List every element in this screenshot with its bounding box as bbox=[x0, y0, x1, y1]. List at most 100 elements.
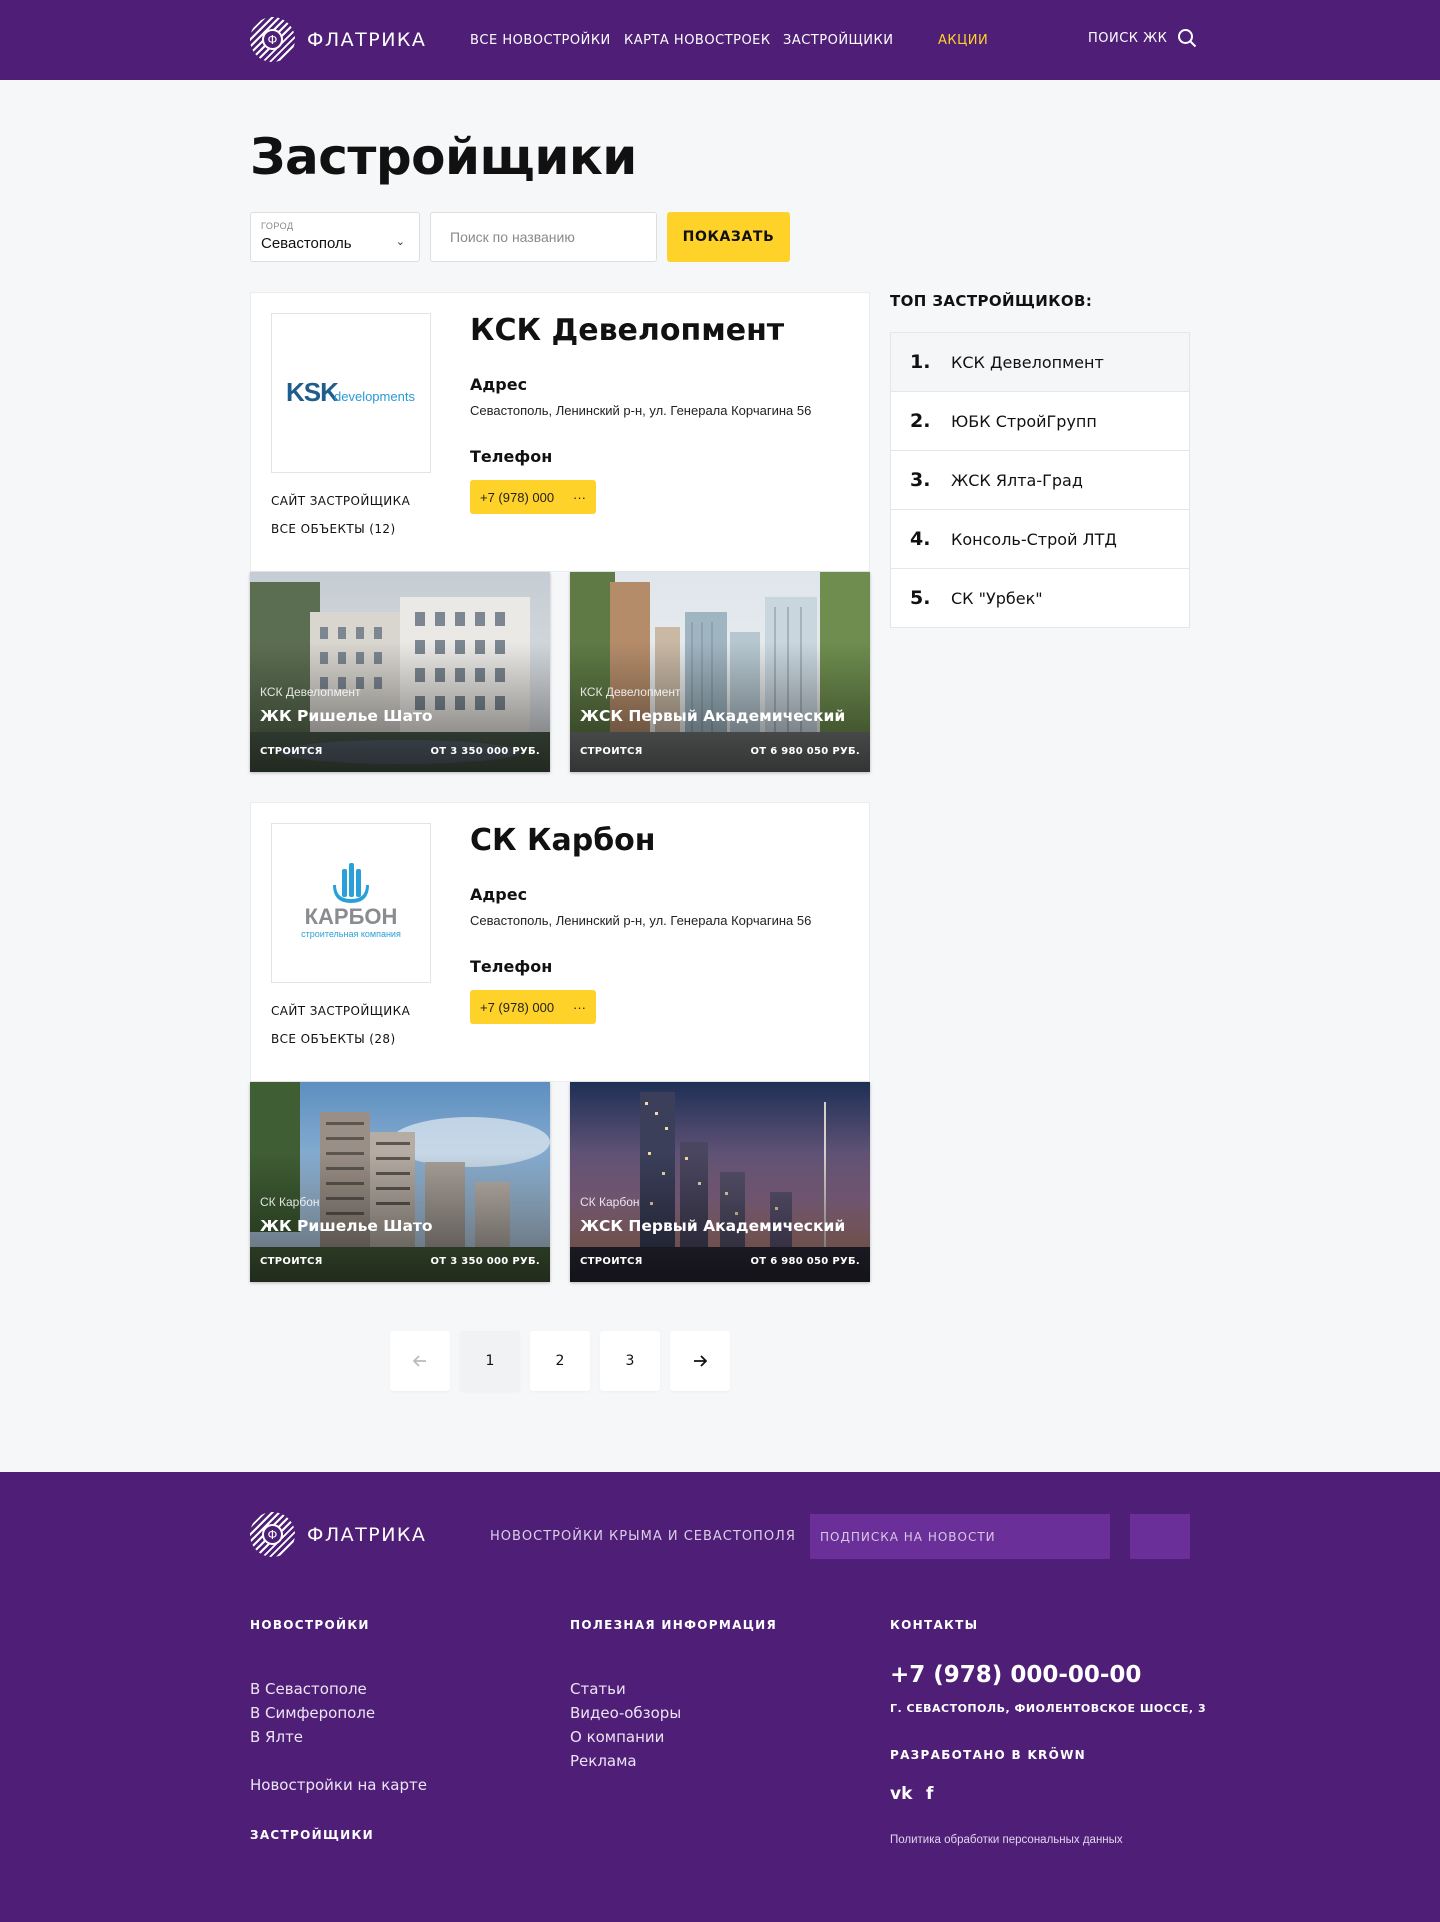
developer-logo: KSK developments bbox=[271, 313, 431, 473]
developer-logo: КАРБОН строительная компания bbox=[271, 823, 431, 983]
pagination-page[interactable]: 2 bbox=[530, 1331, 590, 1391]
newsletter-submit-button[interactable] bbox=[1130, 1514, 1190, 1559]
top-developer-item[interactable]: 5. СК "Урбек" bbox=[891, 569, 1189, 627]
property-developer: СК Карбон bbox=[580, 1195, 640, 1209]
property-card[interactable]: СК Карбон ЖК Ришелье Шато СТРОИТСЯ ОТ 3 … bbox=[250, 1082, 550, 1282]
phone-number: +7 (978) 000 bbox=[480, 489, 555, 505]
property-price: ОТ 6 980 050 РУБ. bbox=[750, 1256, 860, 1267]
chevron-down-icon: ⌄ bbox=[395, 236, 405, 248]
top-developer-item[interactable]: 2. ЮБК СтройГрупп bbox=[891, 392, 1189, 451]
property-price: ОТ 3 350 000 РУБ. bbox=[430, 746, 540, 757]
rank-number: 5. bbox=[910, 587, 931, 609]
footer-col-title: НОВОСТРОЙКИ bbox=[250, 1618, 370, 1632]
page-title: Застройщики bbox=[250, 128, 637, 186]
pagination-page[interactable]: 3 bbox=[600, 1331, 660, 1391]
developer-card: КАРБОН строительная компания САЙТ ЗАСТРО… bbox=[250, 802, 870, 1082]
property-name: ЖК Ришелье Шато bbox=[260, 1217, 433, 1235]
rank-number: 1. bbox=[910, 351, 931, 373]
svg-text:developments: developments bbox=[334, 389, 415, 404]
nav-map[interactable]: КАРТА НОВОСТРОЕК bbox=[624, 33, 771, 48]
top-developer-item[interactable]: 3. ЖСК Ялта-Град bbox=[891, 451, 1189, 510]
footer-phone[interactable]: +7 (978) 000-00-00 bbox=[890, 1662, 1141, 1688]
nav-all-new-buildings[interactable]: ВСЕ НОВОСТРОЙКИ bbox=[470, 33, 611, 48]
top-developer-name: ЮБК СтройГрупп bbox=[951, 411, 1097, 431]
footer-link[interactable]: В Ялте bbox=[250, 1728, 303, 1746]
developed-by-link[interactable]: РАЗРАБОТАНО В KRÖWN bbox=[890, 1748, 1086, 1762]
property-name: ЖК Ришелье Шато bbox=[260, 707, 433, 725]
rank-number: 3. bbox=[910, 469, 931, 491]
phone-label: Телефон bbox=[470, 957, 553, 976]
footer-link[interactable]: В Севастополе bbox=[250, 1680, 367, 1698]
show-phone-button[interactable]: +7 (978) 000 ··· bbox=[470, 480, 596, 514]
developer-name: СК Карбон bbox=[470, 823, 656, 858]
footer-col-title: ПОЛЕЗНАЯ ИНФОРМАЦИЯ bbox=[570, 1618, 778, 1632]
photo-overlay bbox=[570, 572, 870, 772]
city-select[interactable]: ГОРОД Севастополь ⌄ bbox=[250, 212, 420, 262]
site-footer: Ф ФЛАТРИКА НОВОСТРОЙКИ КРЫМА И СЕВАСТОПО… bbox=[0, 1472, 1440, 1922]
nav-promotions[interactable]: АКЦИИ bbox=[938, 33, 988, 48]
more-icon: ··· bbox=[573, 999, 586, 1015]
header-logo[interactable]: Ф ФЛАТРИКА bbox=[250, 17, 426, 62]
developer-address: Севастополь, Ленинский р-н, ул. Генерала… bbox=[470, 403, 812, 418]
pagination-next-button[interactable] bbox=[670, 1331, 730, 1391]
more-icon: ··· bbox=[573, 489, 586, 505]
brand-name: ФЛАТРИКА bbox=[307, 28, 427, 51]
property-status: СТРОИТСЯ bbox=[580, 1256, 643, 1267]
top-developers-list: 1. КСК Девелопмент 2. ЮБК СтройГрупп 3. … bbox=[890, 332, 1190, 628]
phone-label: Телефон bbox=[470, 447, 553, 466]
top-developer-name: ЖСК Ялта-Град bbox=[951, 470, 1083, 490]
footer-developers-link[interactable]: ЗАСТРОЙЩИКИ bbox=[250, 1828, 374, 1842]
developer-objects-link[interactable]: ВСЕ ОБЪЕКТЫ (12) bbox=[271, 522, 396, 536]
footer-link[interactable]: В Симферополе bbox=[250, 1704, 375, 1722]
top-developer-name: Консоль-Строй ЛТД bbox=[951, 529, 1117, 549]
property-status: СТРОИТСЯ bbox=[260, 746, 323, 757]
footer-brand-name: ФЛАТРИКА bbox=[307, 1523, 427, 1546]
phone-number: +7 (978) 000 bbox=[480, 999, 555, 1015]
site-header: Ф ФЛАТРИКА ВСЕ НОВОСТРОЙКИ КАРТА НОВОСТР… bbox=[0, 0, 1440, 80]
karbon-logo-icon: КАРБОН строительная компания bbox=[301, 863, 401, 939]
nav-developers[interactable]: ЗАСТРОЙЩИКИ bbox=[783, 33, 893, 48]
footer-link[interactable]: Статьи bbox=[570, 1680, 626, 1698]
developer-objects-link[interactable]: ВСЕ ОБЪЕКТЫ (28) bbox=[271, 1032, 396, 1046]
privacy-policy-link[interactable]: Политика обработки персональных данных bbox=[890, 1834, 1123, 1846]
footer-logo[interactable]: Ф ФЛАТРИКА bbox=[250, 1512, 426, 1557]
developer-address: Севастополь, Ленинский р-н, ул. Генерала… bbox=[470, 913, 812, 928]
footer-link[interactable]: О компании bbox=[570, 1728, 664, 1746]
photo-overlay bbox=[250, 1082, 550, 1282]
developer-name: КСК Девелопмент bbox=[470, 313, 785, 348]
facebook-icon[interactable]: f bbox=[926, 1784, 933, 1804]
footer-link[interactable]: Видео-обзоры bbox=[570, 1704, 681, 1722]
property-card[interactable]: КСК Девелопмент ЖК Ришелье Шато СТРОИТСЯ… bbox=[250, 572, 550, 772]
arrow-left-icon bbox=[413, 1355, 426, 1367]
top-developer-name: СК "Урбек" bbox=[951, 588, 1043, 608]
footer-address: Г. СЕВАСТОПОЛЬ, ФИОЛЕНТОВСКОЕ ШОССЕ, 3 bbox=[890, 1702, 1207, 1715]
developer-site-link[interactable]: САЙТ ЗАСТРОЙЩИКА bbox=[271, 1004, 410, 1018]
property-developer: КСК Девелопмент bbox=[260, 685, 361, 699]
rank-number: 2. bbox=[910, 410, 931, 432]
svg-text:KSK: KSK bbox=[286, 377, 339, 407]
show-button[interactable]: ПОКАЗАТЬ bbox=[667, 212, 790, 262]
top-developers-title: ТОП ЗАСТРОЙЩИКОВ: bbox=[890, 292, 1093, 310]
property-card[interactable]: СК Карбон ЖСК Первый Академический СТРОИ… bbox=[570, 1082, 870, 1282]
footer-map-link[interactable]: Новостройки на карте bbox=[250, 1776, 427, 1794]
top-developer-item[interactable]: 4. Консоль-Строй ЛТД bbox=[891, 510, 1189, 569]
address-label: Адрес bbox=[470, 375, 528, 394]
svg-text:строительная компания: строительная компания bbox=[301, 929, 401, 939]
developer-card: KSK developments САЙТ ЗАСТРОЙЩИКА ВСЕ ОБ… bbox=[250, 292, 870, 572]
show-phone-button[interactable]: +7 (978) 000 ··· bbox=[470, 990, 596, 1024]
pagination-page[interactable]: 1 bbox=[460, 1331, 520, 1391]
pagination-prev-button[interactable] bbox=[390, 1331, 450, 1391]
footer-link[interactable]: Реклама bbox=[570, 1752, 637, 1770]
logo-icon: Ф bbox=[250, 17, 295, 62]
header-search-button[interactable]: ПОИСК ЖК bbox=[1088, 28, 1197, 48]
newsletter-input[interactable] bbox=[810, 1514, 1110, 1559]
property-card[interactable]: КСК Девелопмент ЖСК Первый Академический… bbox=[570, 572, 870, 772]
property-developer: КСК Девелопмент bbox=[580, 685, 681, 699]
arrow-right-icon bbox=[694, 1355, 707, 1367]
svg-text:КАРБОН: КАРБОН bbox=[305, 904, 398, 929]
name-search-input[interactable] bbox=[430, 212, 657, 262]
vk-icon[interactable]: vk bbox=[890, 1784, 912, 1804]
top-developer-item[interactable]: 1. КСК Девелопмент bbox=[891, 333, 1189, 392]
developer-site-link[interactable]: САЙТ ЗАСТРОЙЩИКА bbox=[271, 494, 410, 508]
rank-number: 4. bbox=[910, 528, 931, 550]
